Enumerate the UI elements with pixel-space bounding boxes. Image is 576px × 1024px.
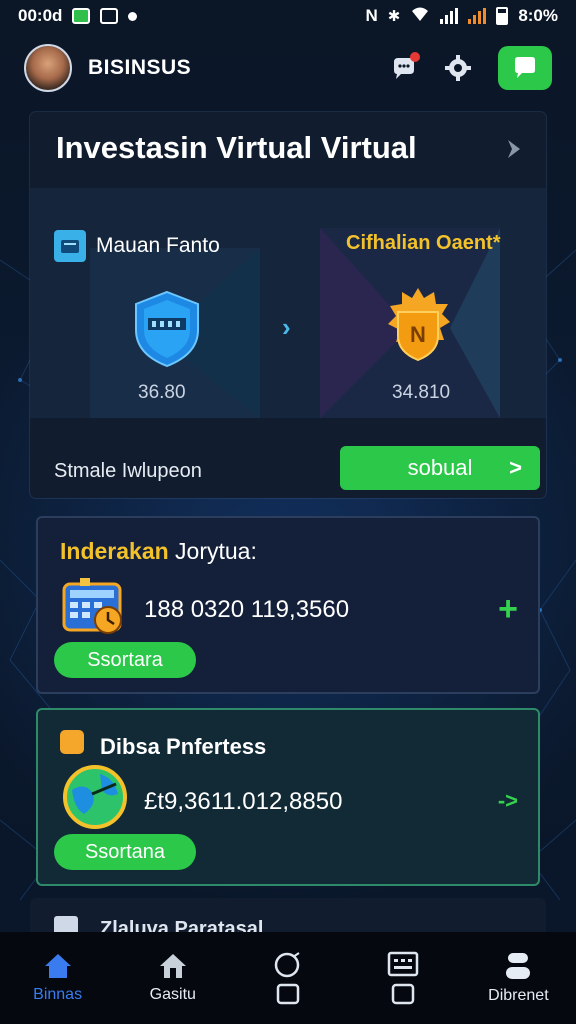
chevron-right-icon: > [509, 455, 522, 480]
brand-title: BISINSUS [88, 56, 192, 79]
status-time: 00:0d [18, 6, 63, 25]
battery-text: 8:0% [518, 6, 558, 25]
swap-arrow-icon: › [282, 312, 291, 342]
home-icon [44, 954, 71, 978]
avatar[interactable] [24, 44, 72, 92]
wifi-icon [410, 6, 430, 27]
product-title: Dibsa Pnfertess [100, 734, 267, 759]
swap-panel-decor [90, 228, 500, 418]
nav-item-profile[interactable]: Dibrenet [461, 932, 576, 1024]
nav-label-profile: Dibrenet [488, 987, 549, 1004]
portfolio-title-rest: Jorytua: [175, 538, 257, 564]
calculator-icon [62, 578, 122, 634]
card-title: Investasin Virtual Virtual [56, 130, 417, 165]
nav-label-house: Gasitu [149, 986, 196, 1003]
calculator-icon [387, 951, 419, 1005]
to-asset-value: 34.810 [392, 382, 451, 403]
signal-icon [440, 8, 459, 24]
footer-label: Stmale Iwlupeon [54, 460, 202, 482]
wallet-small-icon [60, 730, 84, 754]
expand-button[interactable] [502, 136, 528, 162]
nfc-icon: N [365, 6, 378, 25]
shield-icon [135, 290, 199, 368]
nav-item-home[interactable]: Binnas [0, 932, 115, 1024]
product-action-button[interactable]: Ssortana [54, 834, 196, 870]
nav-item-token[interactable] [230, 932, 345, 1024]
profile-icon [506, 953, 531, 979]
notifications-button[interactable] [390, 52, 420, 82]
token-gear-icon: N [388, 288, 450, 362]
gear-icon [445, 55, 471, 81]
globe-icon [63, 765, 127, 829]
chevron-right-icon [508, 140, 520, 158]
token-icon [274, 952, 300, 1005]
from-asset-label: Mauan Fanto [54, 230, 220, 262]
dot-icon [128, 11, 138, 21]
portfolio-action-label: Ssortara [87, 648, 163, 671]
chat-icon [515, 57, 535, 78]
convert-button[interactable]: sobual > [340, 446, 540, 490]
portfolio-value: 188 0320 119,3560 [144, 596, 350, 623]
investment-card: Investasin Virtual Virtual Mauan Fanto C… [30, 112, 546, 498]
nav-label-home: Binnas [33, 986, 83, 1003]
from-asset-value: 36.80 [138, 382, 186, 403]
product-action-label: Ssortana [84, 840, 166, 863]
forward-arrow-icon[interactable]: -> [498, 788, 518, 814]
nav-item-calculator[interactable] [346, 932, 461, 1024]
convert-button-label: sobual [407, 455, 473, 480]
screenshot-icon [100, 8, 119, 24]
add-button[interactable]: + [498, 590, 518, 629]
house-icon [159, 954, 186, 978]
product-value: £t9,3611.012,8850 [144, 788, 343, 815]
from-asset-name: Mauan Fanto [96, 234, 220, 257]
bottom-navigation: Binnas Gasitu Dibrenet [0, 932, 576, 1024]
bluetooth-icon: ✱ [387, 8, 401, 25]
battery-icon [496, 7, 509, 25]
portfolio-action-button[interactable]: Ssortara [54, 642, 196, 678]
wallet-icon [54, 230, 86, 262]
app-header: BISINSUS [0, 36, 576, 100]
app-notification-icon [72, 8, 91, 24]
notification-dot [410, 52, 420, 62]
status-bar: 00:0d N ✱ 8:0% [0, 0, 576, 32]
portfolio-title: Inderakan Jorytua: [60, 538, 257, 565]
nav-item-house[interactable]: Gasitu [115, 932, 230, 1024]
investment-product-card: Dibsa Pnfertess £t9,3611.012,8850 -> Sso… [36, 708, 540, 886]
portfolio-title-highlight: Inderakan [60, 538, 169, 564]
to-asset-label: Cifhalian Oaent* [346, 232, 501, 254]
swap-panel: Mauan Fanto Cifhalian Oaent* › N 36.80 3… [30, 188, 546, 418]
svg-text:N: N [410, 322, 426, 347]
settings-button[interactable] [444, 54, 472, 82]
chat-button[interactable] [498, 46, 552, 90]
portfolio-card: Inderakan Jorytua: 188 0320 119,3560 + S… [36, 516, 540, 694]
signal2-icon [468, 8, 487, 24]
